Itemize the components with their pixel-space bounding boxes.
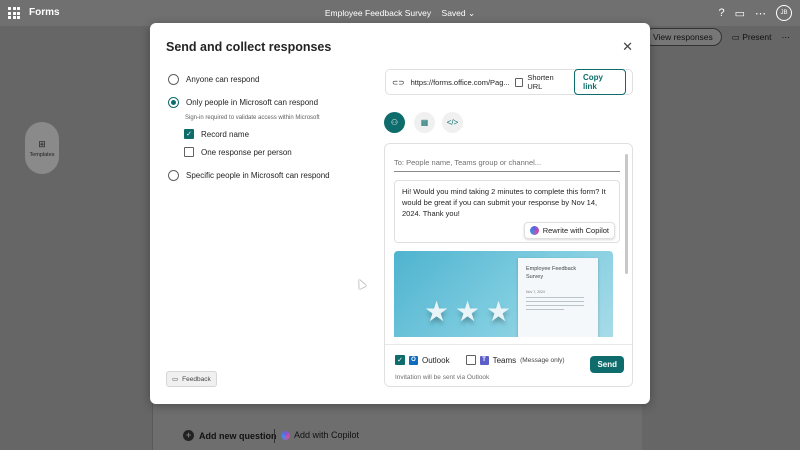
dialog-title: Send and collect responses [166, 40, 332, 54]
copilot-icon [529, 226, 539, 235]
radio-anyone[interactable] [168, 74, 179, 85]
preview-paper: Employee Feedback Survey Nov 7, 2024 [518, 258, 598, 337]
channel-options: ✓ O Outlook T Teams (Message only) [395, 355, 565, 365]
add-with-copilot-button[interactable]: Add with Copilot [281, 430, 359, 440]
via-note: Invitation will be sent via Outlook [395, 374, 490, 381]
preview-text-line [526, 308, 565, 310]
send-dialog: Send and collect responses ✕ Anyone can … [150, 23, 650, 404]
record-name-label: Record name [201, 129, 250, 139]
link-bar: ⊂⊃ https://forms.office.com/Pag... Short… [385, 69, 633, 95]
outlook-label: Outlook [422, 355, 450, 365]
copilot-icon [281, 430, 290, 440]
preview-text-line [526, 296, 584, 298]
templates-icon: ⊞ [38, 139, 46, 149]
outlook-icon: O [409, 355, 418, 365]
embed-code-icon: </> [446, 118, 459, 127]
background-toolbar: View responses ▭ Present ⋯ [643, 28, 791, 46]
embed-mode-button[interactable]: </> [442, 112, 463, 133]
rewrite-with-copilot-button[interactable]: Rewrite with Copilot [523, 222, 615, 239]
templates-label: Templates [29, 152, 55, 158]
radio-org[interactable] [168, 97, 179, 108]
feedback-label: Feedback [182, 375, 211, 383]
option-org-label: Only people in Microsoft can respond [186, 98, 319, 107]
send-invite-mode-button[interactable]: ⚇ [384, 112, 405, 133]
feedback-button[interactable]: ▭ Feedback [166, 371, 217, 387]
one-response-label: One response per person [201, 147, 292, 157]
present-icon: ▭ [731, 31, 740, 42]
form-url[interactable]: https://forms.office.com/Pag... [411, 78, 509, 87]
add-question-label: Add new question [199, 430, 277, 441]
background-question-card: + Add new question Add with Copilot [152, 404, 642, 450]
plus-icon: + [183, 430, 194, 441]
option-specific-label: Specific people in Microsoft can respond [186, 171, 330, 180]
more-icon[interactable]: ⋯ [755, 7, 766, 20]
recipients-input[interactable]: To: People name, Teams group or channel.… [394, 154, 620, 172]
star-icon: ★ [455, 296, 481, 327]
view-responses-button[interactable]: View responses [643, 28, 722, 46]
teams-icon: T [479, 355, 489, 365]
one-response-checkbox[interactable] [184, 147, 194, 157]
templates-button[interactable]: ⊞ Templates [25, 122, 59, 174]
star-icon: ★ [486, 296, 512, 327]
teams-note: (Message only) [520, 356, 565, 364]
preview-date: Nov 7, 2024 [526, 290, 545, 294]
top-bar-icons: ? ▭ ⋯ JB [718, 5, 792, 21]
one-response-option[interactable]: One response per person [184, 147, 292, 157]
document-title-area: Employee Feedback Survey Saved ⌄ [0, 8, 800, 19]
close-icon[interactable]: ✕ [622, 39, 633, 55]
divider [274, 429, 275, 443]
present-button[interactable]: ▭ Present [732, 32, 772, 43]
shorten-url-option[interactable]: Shorten URL [514, 73, 568, 91]
add-with-copilot-label: Add with Copilot [294, 430, 360, 440]
option-anyone-label: Anyone can respond [186, 75, 260, 84]
link-icon: ⊂⊃ [392, 77, 405, 87]
preview-text-line [526, 304, 584, 306]
form-preview-image: ★ ★ ★ Employee Feedback Survey Nov 7, 20… [394, 251, 613, 337]
shorten-url-checkbox[interactable] [514, 77, 524, 87]
record-name-checkbox[interactable]: ✓ [184, 129, 194, 139]
scrollbar[interactable] [625, 154, 628, 274]
avatar[interactable]: JB [776, 5, 792, 21]
sign-in-hint: Sign-in required to validate access with… [185, 115, 320, 121]
shorten-url-label: Shorten URL [527, 73, 554, 91]
teams-label: Teams [492, 355, 517, 365]
message-textarea[interactable]: Hi! Would you mind taking 2 minutes to c… [394, 180, 620, 243]
comment-icon[interactable]: ▭ [735, 7, 745, 20]
copy-link-button[interactable]: Copy link [574, 69, 626, 95]
present-label: Present [742, 31, 772, 42]
preview-title: Employee Feedback Survey [526, 266, 577, 280]
rewrite-label: Rewrite with Copilot [542, 226, 609, 235]
send-button[interactable]: Send [590, 356, 624, 373]
feedback-icon: ▭ [172, 376, 179, 383]
send-panel: To: People name, Teams group or channel.… [384, 143, 633, 387]
send-footer: ✓ O Outlook T Teams (Message only) Invit… [385, 344, 632, 386]
chevron-down-icon[interactable]: ⌄ [468, 8, 475, 18]
teams-checkbox[interactable] [465, 355, 476, 365]
help-icon[interactable]: ? [718, 7, 724, 19]
document-title[interactable]: Employee Feedback Survey [325, 8, 431, 18]
outlook-checkbox[interactable]: ✓ [395, 355, 405, 365]
add-question-button[interactable]: + Add new question [183, 430, 277, 441]
view-responses-label: View responses [652, 32, 713, 42]
message-text: Hi! Would you mind taking 2 minutes to c… [402, 187, 606, 218]
radio-specific[interactable] [168, 170, 179, 181]
star-icon: ★ [424, 296, 450, 327]
qr-code-mode-button[interactable]: ▦ [414, 112, 435, 133]
option-org[interactable]: Only people in Microsoft can respond [168, 97, 318, 108]
people-icon: ⚇ [390, 118, 399, 127]
record-name-option[interactable]: ✓ Record name [184, 129, 249, 139]
preview-text-line [526, 300, 584, 302]
option-anyone[interactable]: Anyone can respond [168, 74, 259, 85]
more-options-icon[interactable]: ⋯ [782, 32, 791, 43]
qr-code-icon: ▦ [420, 118, 429, 127]
saved-status: Saved [441, 8, 466, 18]
option-specific[interactable]: Specific people in Microsoft can respond [168, 170, 330, 181]
